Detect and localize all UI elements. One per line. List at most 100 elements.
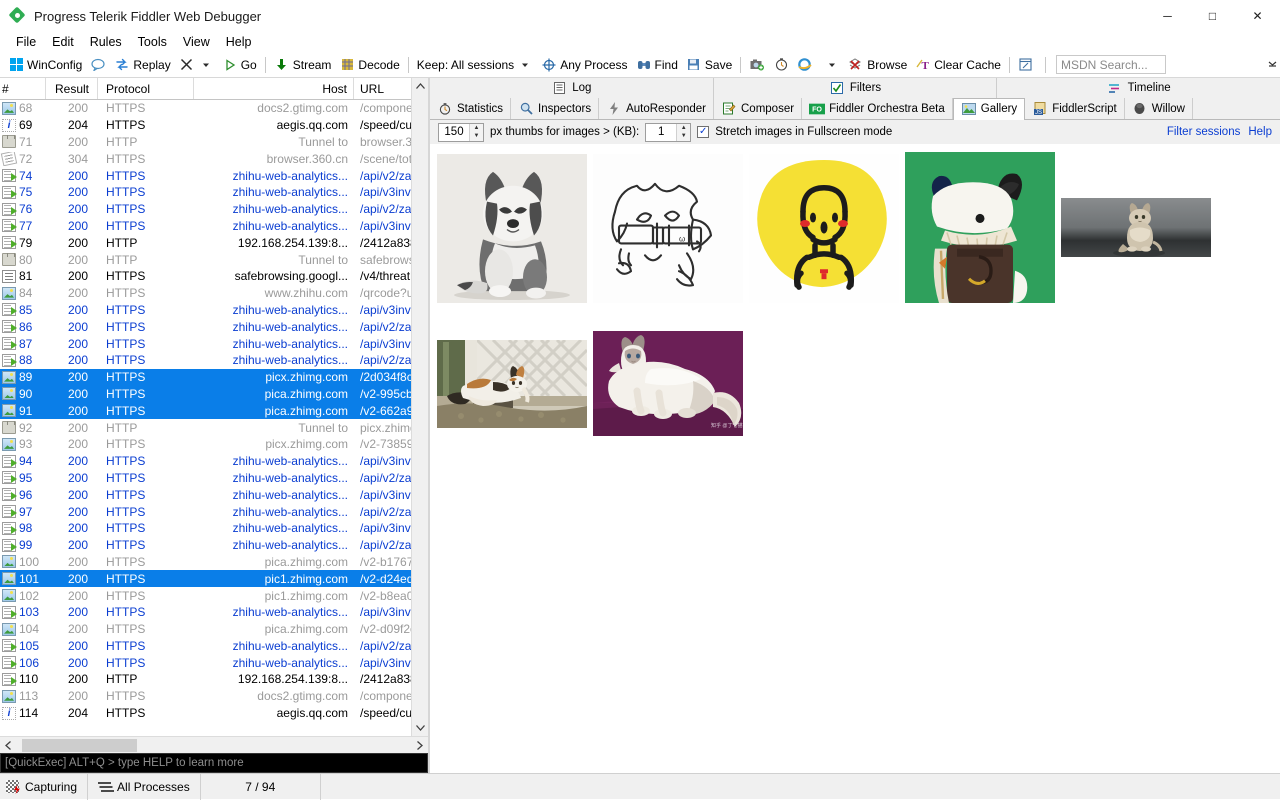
- column-header-host[interactable]: Host: [194, 78, 354, 99]
- winconfig-button[interactable]: WinConfig: [4, 54, 86, 76]
- table-row[interactable]: 88 200 HTTPS zhihu-web-analytics.../api/v2/…: [0, 352, 428, 369]
- tab-autoresponder[interactable]: AutoResponder: [599, 98, 714, 119]
- msdn-search-input[interactable]: MSDN Search...: [1055, 55, 1166, 74]
- sessions-row-list[interactable]: 68200HTTPSdocs2.gtimg.com/components/img…: [0, 100, 428, 736]
- filter-sessions-link[interactable]: Filter sessions: [1167, 126, 1241, 138]
- tab-timeline[interactable]: Timeline: [997, 78, 1280, 98]
- table-row[interactable]: i114204HTTPSaegis.qq.com/speed/custom?pa…: [0, 705, 428, 722]
- table-row[interactable]: 68200HTTPSdocs2.gtimg.com/components/img…: [0, 100, 428, 117]
- tab-statistics[interactable]: Statistics: [430, 98, 512, 119]
- browse-dropdown[interactable]: [820, 54, 844, 76]
- sessions-vertical-scrollbar[interactable]: [411, 78, 428, 736]
- table-row[interactable]: 81 200 HTTPS safebrowsing.googl.../v4/threa…: [0, 268, 428, 285]
- menu-view[interactable]: View: [175, 33, 218, 51]
- table-row[interactable]: 103 200 HTTPS zhihu-web-analytics.../api/v3…: [0, 604, 428, 621]
- gallery-thumb-husky-puppy-sketch[interactable]: [437, 154, 587, 303]
- tab-gallery[interactable]: Gallery: [952, 98, 1026, 120]
- table-row[interactable]: 90200HTTPSpica.zhimg.com/v2-995cb8ca91ca…: [0, 385, 428, 403]
- table-row[interactable]: 110 200 HTTP 192.168.254.139:8.../2412a838b…: [0, 671, 428, 688]
- browse-button[interactable]: [793, 54, 820, 76]
- table-row[interactable]: 93200HTTPSpicx.zhimg.com/v2-7385903ab06f…: [0, 436, 428, 453]
- textwizard-button[interactable]: T Clear Cache: [911, 54, 1005, 76]
- hscroll-track[interactable]: [17, 737, 411, 754]
- table-row[interactable]: 113200HTTPSdocs2.gtimg.com/components/im…: [0, 688, 428, 705]
- timer-button[interactable]: [769, 54, 793, 76]
- menu-edit[interactable]: Edit: [44, 33, 82, 51]
- min-kb-input[interactable]: [646, 123, 677, 141]
- min-kb-stepper[interactable]: ▲ ▼: [645, 122, 692, 142]
- table-row[interactable]: i69204HTTPSaegis.qq.com/speed/custom?pay…: [0, 117, 428, 134]
- hscroll-thumb[interactable]: [22, 738, 137, 752]
- gallery-thumb-yellow-face-sticker[interactable]: [749, 154, 899, 303]
- table-row[interactable]: 102200HTTPSpic1.zhimg.com/v2-b8ea05d686e…: [0, 587, 428, 604]
- keep-sessions-dropdown[interactable]: Keep: All sessions: [413, 54, 537, 76]
- menu-rules[interactable]: Rules: [82, 33, 130, 51]
- table-row[interactable]: 89200HTTPSpicx.zhimg.com/2d034f8c2d5b716…: [0, 368, 428, 386]
- scroll-right-icon[interactable]: [411, 737, 428, 754]
- stretch-checkbox[interactable]: ✓: [697, 126, 710, 138]
- table-row[interactable]: 105 200 HTTPS zhihu-web-analytics.../api/v2…: [0, 638, 428, 655]
- column-header-num[interactable]: #: [0, 78, 46, 99]
- table-row[interactable]: 76 200 HTTPS zhihu-web-analytics.../api/v2/…: [0, 201, 428, 218]
- table-row[interactable]: 72304HTTPSbrowser.360.cn/scene/total_plu…: [0, 150, 428, 167]
- tab-willow[interactable]: Willow: [1125, 98, 1193, 119]
- tab-filters[interactable]: Filters: [713, 78, 998, 98]
- tab-fiddlerscript[interactable]: JS FiddlerScript: [1025, 98, 1125, 119]
- maximize-button[interactable]: □: [1190, 0, 1235, 32]
- menu-tools[interactable]: Tools: [130, 33, 175, 51]
- column-header-protocol[interactable]: Protocol: [98, 78, 194, 99]
- table-row[interactable]: 85 200 HTTPS zhihu-web-analytics.../api/v3i…: [0, 302, 428, 319]
- gallery-thumb-fluffy-cat-gray[interactable]: [1061, 198, 1211, 257]
- quickexec-input[interactable]: [QuickExec] ALT+Q > type HELP to learn m…: [0, 753, 428, 773]
- scroll-left-icon[interactable]: [0, 737, 17, 754]
- camera-button[interactable]: [745, 54, 769, 76]
- find-button[interactable]: Find: [632, 54, 682, 76]
- go-button[interactable]: Go: [218, 54, 261, 76]
- toolbar-overflow-button[interactable]: [1266, 55, 1278, 75]
- decode-button[interactable]: Decode: [335, 54, 403, 76]
- comment-button[interactable]: [86, 54, 110, 76]
- table-row[interactable]: 104200HTTPSpica.zhimg.com/v2-d09f2c2bc9f…: [0, 621, 428, 638]
- tab-composer[interactable]: Composer: [714, 98, 803, 119]
- column-header-result[interactable]: Result: [46, 78, 98, 99]
- table-row[interactable]: 98 200 HTTPS zhihu-web-analytics.../api/v3i…: [0, 520, 428, 537]
- tab-inspectors[interactable]: Inspectors: [511, 98, 600, 119]
- table-row[interactable]: 75 200 HTTPS zhihu-web-analytics.../api/v3i…: [0, 184, 428, 201]
- thumb-size-input[interactable]: [439, 123, 469, 141]
- table-row[interactable]: 99 200 HTTPS zhihu-web-analytics.../api/v2/…: [0, 537, 428, 554]
- table-row[interactable]: 95 200 HTTPS zhihu-web-analytics.../api/v2/…: [0, 470, 428, 487]
- thumb-size-arrows[interactable]: ▲ ▼: [469, 123, 483, 141]
- tearoff-button[interactable]: [1014, 54, 1041, 76]
- table-row[interactable]: 74 200 HTTPS zhihu-web-analytics.../api/v2/…: [0, 167, 428, 184]
- scroll-track[interactable]: [412, 95, 429, 719]
- gallery-thumb-line-art-doodle[interactable]: ω: [593, 154, 743, 303]
- table-row[interactable]: 96 200 HTTPS zhihu-web-analytics.../api/v3i…: [0, 486, 428, 503]
- sessions-horizontal-scrollbar[interactable]: [0, 736, 428, 753]
- table-row[interactable]: 86 200 HTTPS zhihu-web-analytics.../api/v2/…: [0, 318, 428, 335]
- table-row[interactable]: 91200HTTPSpica.zhimg.com/v2-662a96e3b294…: [0, 402, 428, 420]
- replay-button[interactable]: Replay: [110, 54, 174, 76]
- stepper-up-icon[interactable]: ▲: [470, 124, 483, 133]
- tab-log[interactable]: Log: [430, 78, 714, 98]
- table-row[interactable]: 92200HTTPTunnel topicx.zhimg.com:443: [0, 419, 428, 436]
- min-kb-arrows[interactable]: ▲ ▼: [676, 123, 691, 141]
- gallery-thumb-dog-avatar-green[interactable]: [905, 152, 1055, 303]
- remove-button[interactable]: [175, 54, 218, 76]
- menu-file[interactable]: File: [8, 33, 44, 51]
- stream-button[interactable]: Stream: [270, 54, 336, 76]
- table-row[interactable]: 77 200 HTTPS zhihu-web-analytics.../api/v3i…: [0, 218, 428, 235]
- gallery-thumb-calico-cat-lattice[interactable]: [437, 340, 587, 428]
- gallery-canvas[interactable]: ω 知乎 @丁七猫: [430, 144, 1280, 773]
- help-link[interactable]: Help: [1248, 126, 1272, 138]
- scroll-up-icon[interactable]: [412, 78, 429, 95]
- table-row[interactable]: 101200HTTPSpic1.zhimg.com/v2-d24ed870663…: [0, 570, 428, 588]
- any-process-button[interactable]: Any Process: [537, 54, 631, 76]
- table-row[interactable]: 94 200 HTTPS zhihu-web-analytics.../api/v3i…: [0, 453, 428, 470]
- table-row[interactable]: 100200HTTPSpica.zhimg.com/v2-b176772402b…: [0, 554, 428, 571]
- table-row[interactable]: 106 200 HTTPS zhihu-web-analytics.../api/v3…: [0, 654, 428, 671]
- table-row[interactable]: 80200HTTPTunnel tosafebrowsing.googleapi…: [0, 251, 428, 268]
- gallery-thumb-ragdoll-cat-purple[interactable]: 知乎 @丁七猫舗餐车: [593, 331, 743, 436]
- stepper-down-icon[interactable]: ▼: [677, 132, 690, 141]
- capturing-status[interactable]: Capturing: [0, 773, 89, 800]
- thumb-size-stepper[interactable]: ▲ ▼: [438, 122, 484, 142]
